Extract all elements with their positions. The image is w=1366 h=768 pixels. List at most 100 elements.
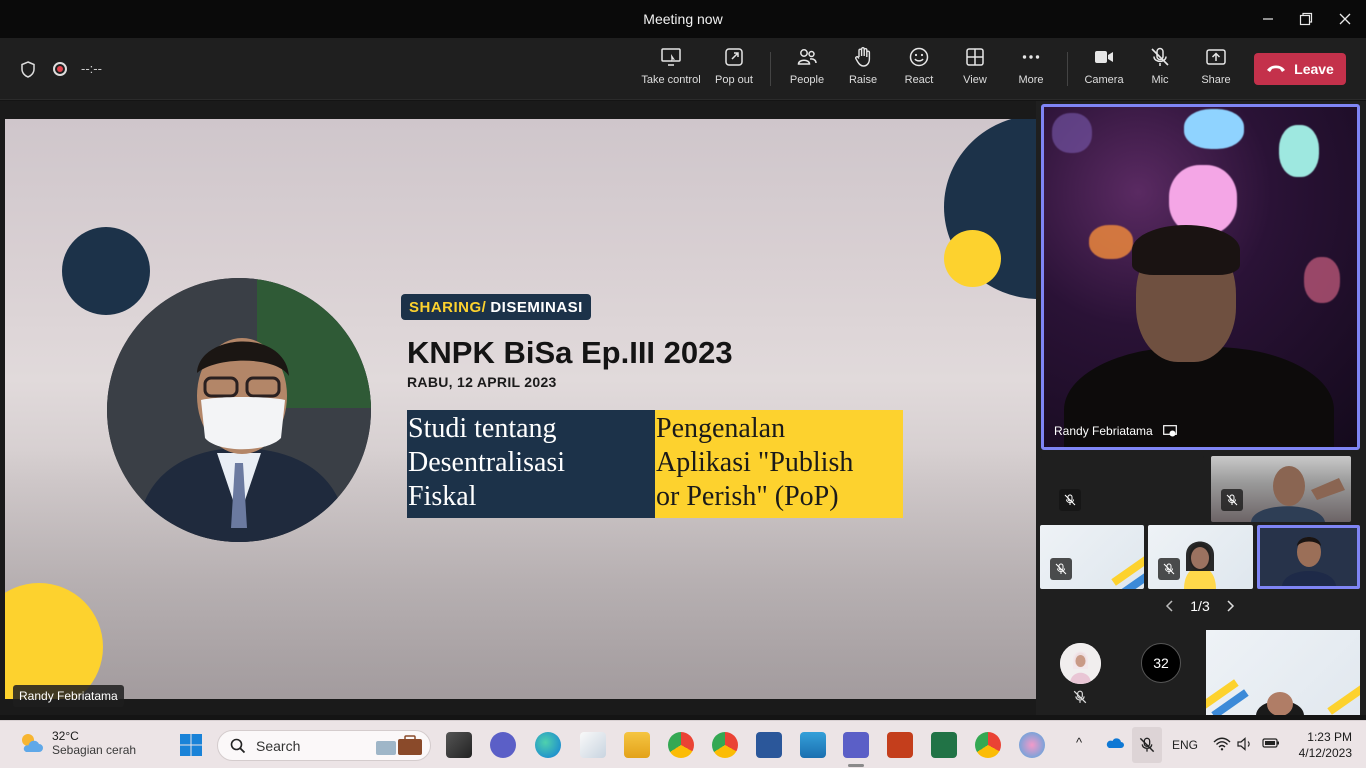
weather-temp: 32°C bbox=[52, 729, 79, 743]
slide-headline: KNPK BiSa Ep.III 2023 bbox=[407, 335, 733, 370]
participant-avatar[interactable] bbox=[1060, 643, 1101, 684]
volume-icon[interactable] bbox=[1237, 737, 1253, 751]
participant-tile[interactable] bbox=[1211, 456, 1351, 522]
mic-tray-highlight[interactable] bbox=[1132, 727, 1162, 763]
battery-icon[interactable] bbox=[1262, 737, 1280, 749]
leave-button[interactable]: Leave bbox=[1254, 53, 1346, 85]
mic-off-icon bbox=[1139, 737, 1155, 753]
toolbar-divider bbox=[1067, 52, 1068, 86]
badge-text: DISEMINASI bbox=[490, 298, 583, 316]
view-label: View bbox=[963, 74, 987, 86]
people-button[interactable]: People bbox=[775, 46, 839, 96]
partly-sunny-icon bbox=[22, 734, 43, 752]
mic-button[interactable]: Mic bbox=[1128, 46, 1192, 96]
react-button[interactable]: React bbox=[887, 46, 951, 96]
chevron-up-icon[interactable]: ^ bbox=[1076, 735, 1082, 750]
participant-video-main[interactable]: Randy Febriatama bbox=[1041, 104, 1360, 450]
lantern bbox=[1052, 113, 1092, 153]
chevron-left-icon[interactable] bbox=[1165, 600, 1175, 612]
smiley-icon bbox=[909, 47, 929, 67]
participant-tile[interactable] bbox=[1041, 456, 1204, 522]
take-control-label: Take control bbox=[641, 74, 701, 86]
meeting-timer: --:-- bbox=[81, 61, 102, 76]
camera-label: Camera bbox=[1084, 74, 1124, 86]
mic-off-icon bbox=[1151, 47, 1169, 66]
participant-tile[interactable] bbox=[1148, 525, 1253, 589]
powerpoint-icon[interactable] bbox=[887, 732, 913, 758]
more-label: More bbox=[1018, 74, 1044, 86]
view-button[interactable]: View bbox=[943, 46, 1007, 96]
chevron-right-icon[interactable] bbox=[1225, 600, 1235, 612]
slide-date: RABU, 12 APRIL 2023 bbox=[407, 374, 557, 390]
grid-view-icon bbox=[966, 48, 984, 66]
maximize-button[interactable] bbox=[1288, 6, 1324, 32]
title-bar: Meeting now bbox=[0, 0, 1366, 38]
speaker-photo bbox=[107, 278, 371, 542]
windows-start-icon[interactable] bbox=[178, 732, 204, 758]
chrome-icon[interactable] bbox=[668, 732, 694, 758]
window-title: Meeting now bbox=[643, 11, 723, 27]
pop-out-label: Pop out bbox=[715, 74, 753, 86]
people-icon bbox=[797, 49, 817, 65]
lantern bbox=[1279, 125, 1319, 177]
participant-tile[interactable] bbox=[1040, 525, 1144, 589]
chrome-alt-icon[interactable] bbox=[975, 732, 1001, 758]
take-control-button[interactable]: Take control bbox=[639, 46, 703, 96]
system-clock[interactable]: 1:23 PM 4/12/2023 bbox=[1292, 729, 1352, 761]
take-control-icon bbox=[661, 48, 681, 66]
taskbar-search[interactable]: Search bbox=[217, 730, 431, 761]
recording-icon bbox=[53, 62, 67, 76]
weather-widget[interactable]: 32°C Sebagian cerah bbox=[18, 729, 136, 757]
more-participants-count[interactable]: 32 bbox=[1141, 643, 1181, 683]
clock-time: 1:23 PM bbox=[1307, 730, 1352, 744]
people-label: People bbox=[789, 74, 825, 86]
muted-indicator bbox=[1158, 558, 1180, 580]
share-label: Share bbox=[1201, 74, 1231, 86]
shield-icon[interactable] bbox=[20, 61, 36, 78]
chrome-profile-icon[interactable] bbox=[712, 732, 738, 758]
clock-date: 4/12/2023 bbox=[1298, 746, 1352, 760]
raise-hand-button[interactable]: Raise bbox=[831, 46, 895, 96]
edge-icon[interactable] bbox=[535, 732, 561, 758]
teams-chat-icon[interactable] bbox=[490, 732, 516, 758]
pop-out-icon bbox=[725, 48, 743, 66]
topic1-line: Desentralisasi bbox=[408, 447, 566, 478]
topic2-line: Pengenalan bbox=[656, 413, 786, 444]
paint-icon[interactable] bbox=[1019, 732, 1045, 758]
teams-icon[interactable] bbox=[843, 732, 869, 758]
pop-out-button[interactable]: Pop out bbox=[702, 46, 766, 96]
hang-up-icon bbox=[1267, 65, 1286, 72]
mic-off-icon bbox=[1055, 563, 1067, 575]
more-icon bbox=[1022, 55, 1040, 59]
sharing-screen-icon bbox=[1162, 425, 1177, 437]
muted-indicator bbox=[1221, 489, 1243, 511]
wifi-icon[interactable] bbox=[1213, 737, 1231, 751]
file-explorer-icon[interactable] bbox=[624, 732, 650, 758]
speaker-portrait-image bbox=[107, 278, 371, 542]
onedrive-icon[interactable] bbox=[1106, 737, 1124, 749]
task-view-icon[interactable] bbox=[446, 732, 472, 758]
close-button[interactable] bbox=[1327, 6, 1363, 32]
decor-circle-navy bbox=[62, 227, 150, 315]
participant-tile[interactable] bbox=[1206, 630, 1360, 715]
minimize-icon bbox=[1263, 18, 1273, 20]
language-indicator[interactable]: ENG bbox=[1172, 738, 1198, 752]
mic-off-icon bbox=[1073, 690, 1087, 704]
badge-highlight: SHARING/ bbox=[409, 298, 487, 316]
excel-icon[interactable] bbox=[931, 732, 957, 758]
notepad-icon[interactable] bbox=[800, 732, 826, 758]
word-icon[interactable] bbox=[756, 732, 782, 758]
more-button[interactable]: More bbox=[999, 46, 1063, 96]
minimize-button[interactable] bbox=[1250, 6, 1286, 32]
snipping-tool-icon[interactable] bbox=[580, 732, 606, 758]
presenter-name-tag: Randy Febriatama bbox=[13, 685, 124, 707]
share-button[interactable]: Share bbox=[1184, 46, 1248, 96]
participant-tile-active[interactable] bbox=[1257, 525, 1360, 589]
lantern bbox=[1089, 225, 1133, 259]
restore-icon bbox=[1299, 12, 1313, 26]
topic2-line: or Perish" (PoP) bbox=[656, 481, 839, 512]
mic-off-icon bbox=[1163, 563, 1175, 575]
muted-indicator bbox=[1050, 558, 1072, 580]
camera-button[interactable]: Camera bbox=[1072, 46, 1136, 96]
search-icon bbox=[230, 738, 246, 753]
